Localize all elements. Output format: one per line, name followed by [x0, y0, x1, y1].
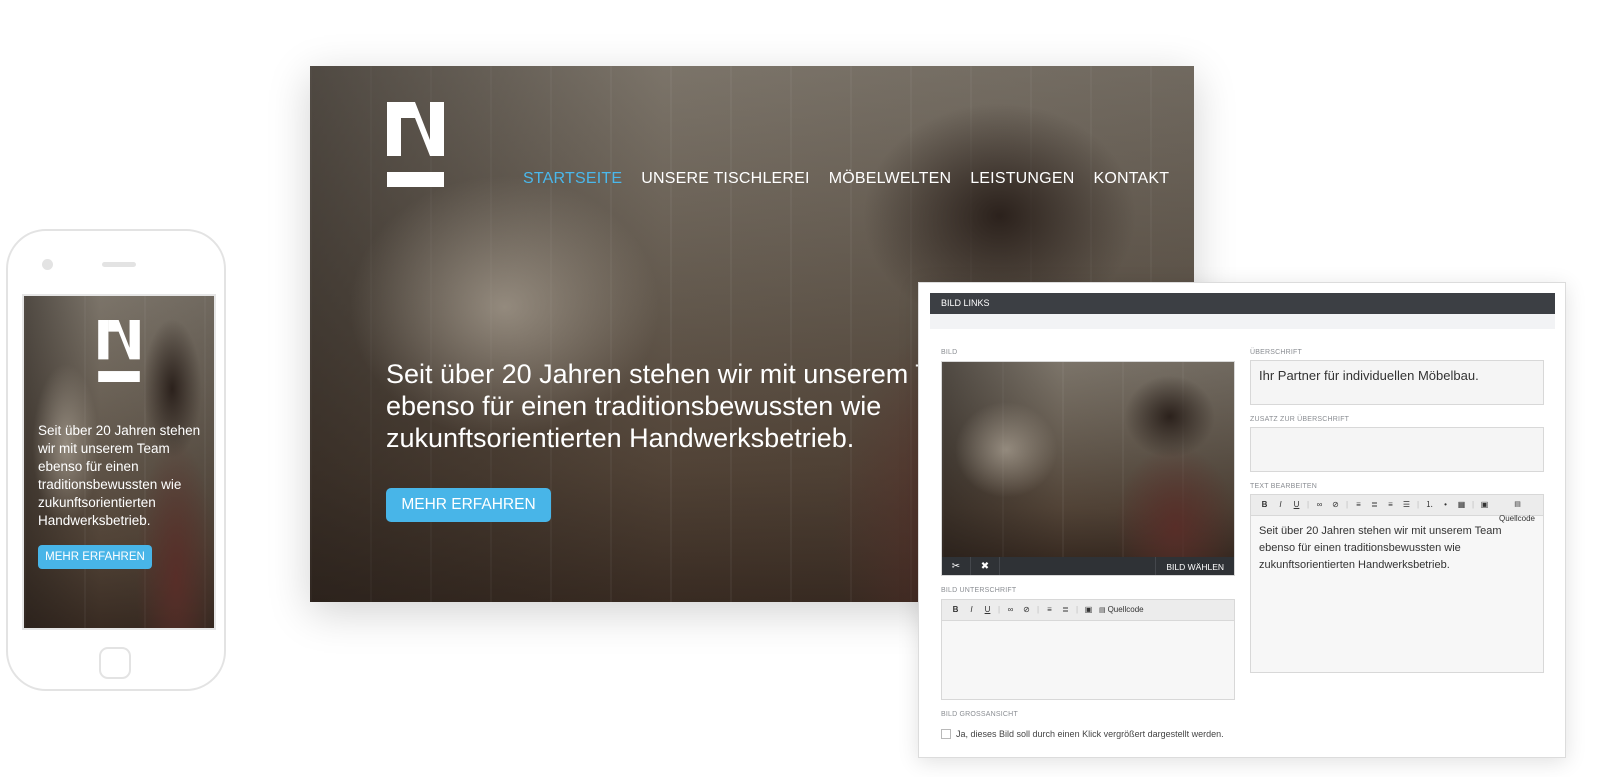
- align-center-icon[interactable]: ≣: [1367, 498, 1382, 512]
- source-label: Quellcode: [1498, 514, 1536, 523]
- image-toolbar: ✂ ✖ BILD WÄHLEN: [942, 557, 1234, 575]
- hero-headline: Seit über 20 Jahren stehen wir mit unser…: [386, 359, 982, 453]
- toolbar-divider: |: [1416, 500, 1420, 509]
- source-code-button[interactable]: ▤ Quellcode: [1097, 603, 1147, 617]
- justify-icon[interactable]: ☰: [1399, 498, 1414, 512]
- text-editor-content[interactable]: Seit über 20 Jahren stehen wir mit unser…: [1251, 516, 1543, 581]
- align-left-icon[interactable]: ≡: [1042, 603, 1057, 617]
- subheading-field[interactable]: [1250, 427, 1544, 472]
- unlink-icon[interactable]: ⊘: [1019, 603, 1034, 617]
- mehr-erfahren-button[interactable]: MEHR ERFAHREN: [386, 488, 551, 522]
- nav-moebelwelten[interactable]: MÖBELWELTEN: [829, 170, 952, 188]
- caption-editor-toolbar: B I U | ∞ ⊘ | ≡ ≣ | ▣ ▤ Quellcode: [942, 600, 1234, 621]
- remove-icon[interactable]: ✖: [971, 557, 1000, 575]
- underline-icon[interactable]: U: [980, 603, 995, 617]
- zoom-checkbox-row: Ja, dieses Bild soll durch einen Klick v…: [941, 729, 1224, 739]
- subheading-value: [1251, 428, 1543, 440]
- panel-title: BILD LINKS: [930, 293, 1555, 314]
- cms-editor-panel: BILD LINKS BILD ✂ ✖ BILD WÄHLEN BILD UNT…: [918, 282, 1566, 758]
- nav-startseite[interactable]: STARTSEITE: [523, 170, 622, 188]
- toolbar-divider: |: [1471, 500, 1475, 509]
- format-icon[interactable]: ▣: [1081, 603, 1096, 617]
- phone-logo-icon[interactable]: [98, 320, 140, 382]
- toolbar-divider: |: [1036, 605, 1040, 614]
- phone-hero-headline: Seit über 20 Jahren stehen wir mit unser…: [38, 423, 201, 528]
- nav-leistungen[interactable]: LEISTUNGEN: [970, 170, 1074, 188]
- image-label: BILD: [941, 349, 958, 356]
- phone-mockup: Seit über 20 Jahren stehen wir mit unser…: [6, 229, 226, 691]
- toolbar-divider: |: [1075, 605, 1079, 614]
- phone-speaker: [102, 262, 136, 267]
- link-icon[interactable]: ∞: [1003, 603, 1018, 617]
- source-code-button[interactable]: ▤ Quellcode: [1493, 498, 1542, 523]
- align-right-icon[interactable]: ≡: [1383, 498, 1398, 512]
- text-label: TEXT BEARBEITEN: [1250, 483, 1318, 490]
- zoom-checkbox-label: Ja, dieses Bild soll durch einen Klick v…: [956, 729, 1224, 739]
- bild-waehlen-button[interactable]: BILD WÄHLEN: [1155, 557, 1234, 575]
- toolbar-divider: |: [1345, 500, 1349, 509]
- zoom-checkbox[interactable]: [941, 729, 951, 739]
- phone-mehr-erfahren-button[interactable]: MEHR ERFAHREN: [38, 545, 152, 569]
- site-logo-icon[interactable]: [387, 102, 444, 187]
- phone-home-button: [99, 647, 131, 679]
- source-label: Quellcode: [1107, 605, 1144, 614]
- ordered-list-icon[interactable]: ⒈: [1422, 498, 1437, 512]
- align-left-icon[interactable]: ≡: [1351, 498, 1366, 512]
- bullet-list-icon[interactable]: •: [1438, 498, 1453, 512]
- caption-label: BILD UNTERSCHRIFT: [941, 587, 1017, 594]
- bold-icon[interactable]: B: [1257, 498, 1272, 512]
- link-icon[interactable]: ∞: [1312, 498, 1327, 512]
- subheading-label: ZUSATZ ZUR ÜBERSCHRIFT: [1250, 416, 1350, 423]
- heading-label: ÜBERSCHRIFT: [1250, 349, 1302, 356]
- zoom-label: BILD GROSSANSICHT: [941, 711, 1018, 718]
- crop-icon[interactable]: ✂: [942, 557, 971, 575]
- align-center-icon[interactable]: ≣: [1058, 603, 1073, 617]
- caption-editor: B I U | ∞ ⊘ | ≡ ≣ | ▣ ▤ Quellcode: [941, 599, 1235, 700]
- toolbar-divider: |: [997, 605, 1001, 614]
- text-editor: B I U | ∞ ⊘ | ≡ ≣ ≡ ☰ | ⒈ • ▦ | ▣ ▤ Quel…: [1250, 494, 1544, 673]
- heading-value: Ihr Partner für individuellen Möbelbau.: [1259, 368, 1479, 383]
- panel-subbar: [930, 314, 1555, 329]
- image-preview: ✂ ✖ BILD WÄHLEN: [941, 361, 1235, 576]
- underline-icon[interactable]: U: [1289, 498, 1304, 512]
- bold-icon[interactable]: B: [948, 603, 963, 617]
- unlink-icon[interactable]: ⊘: [1328, 498, 1343, 512]
- text-editor-toolbar: B I U | ∞ ⊘ | ≡ ≣ ≡ ☰ | ⒈ • ▦ | ▣ ▤ Quel…: [1251, 495, 1543, 523]
- heading-field[interactable]: Ihr Partner für individuellen Möbelbau.: [1250, 360, 1544, 405]
- nav-kontakt[interactable]: KONTAKT: [1093, 170, 1169, 188]
- phone-camera: [42, 259, 53, 270]
- toolbar-divider: |: [1306, 500, 1310, 509]
- format-icon[interactable]: ▣: [1477, 498, 1492, 512]
- preview-photo: [942, 362, 1234, 557]
- table-icon[interactable]: ▦: [1454, 498, 1469, 512]
- italic-icon[interactable]: I: [1273, 498, 1288, 512]
- caption-editor-content[interactable]: [942, 621, 1234, 635]
- phone-screen: Seit über 20 Jahren stehen wir mit unser…: [22, 294, 216, 630]
- main-navigation: STARTSEITE UNSERE TISCHLEREI MÖBELWELTEN…: [523, 170, 1169, 188]
- nav-unsere-tischlerei[interactable]: UNSERE TISCHLEREI: [641, 170, 809, 188]
- italic-icon[interactable]: I: [964, 603, 979, 617]
